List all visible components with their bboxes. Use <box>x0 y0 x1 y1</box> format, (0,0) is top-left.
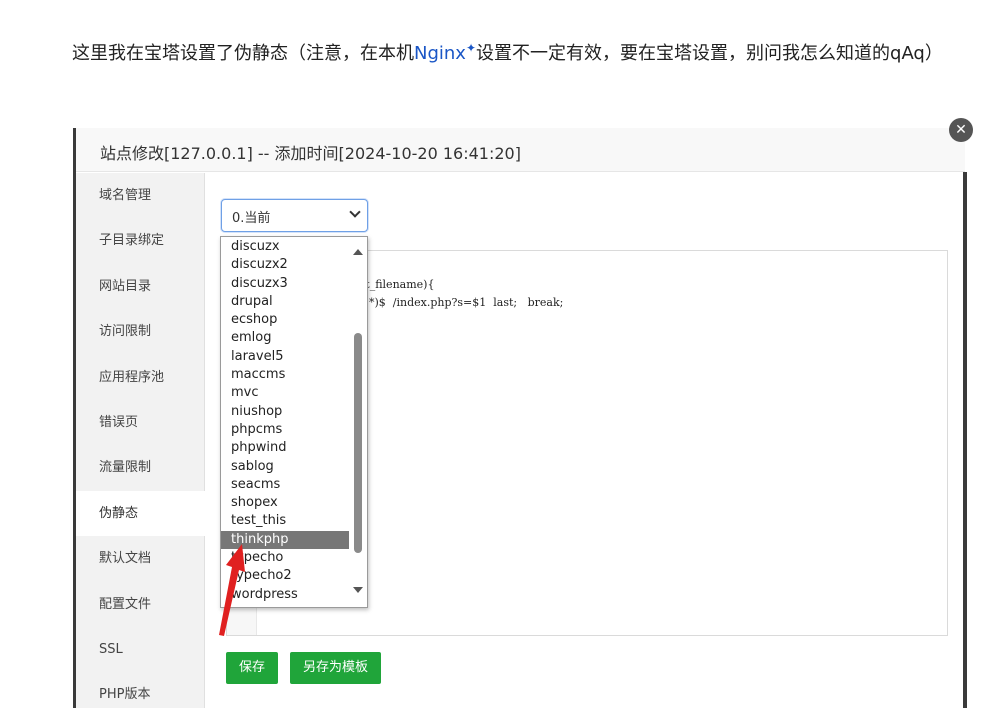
list-item[interactable]: discuzx3 <box>221 275 349 293</box>
list-item[interactable]: phpcms <box>221 421 349 439</box>
sidebar-item-traffic-limit[interactable]: 流量限制 <box>76 445 204 490</box>
intro-text-a: 这里我在宝塔设置了伪静态（注意，在本机 <box>72 43 414 64</box>
sidebar-item-app-pool[interactable]: 应用程序池 <box>76 355 204 400</box>
nginx-link[interactable]: Nginx <box>414 43 466 64</box>
list-item[interactable]: seacms <box>221 476 349 494</box>
sidebar-item-default-doc[interactable]: 默认文档 <box>76 536 204 581</box>
sidebar-item-rewrite[interactable]: 伪静态 <box>76 490 205 537</box>
sidebar-item-site-dir[interactable]: 网站目录 <box>76 264 204 309</box>
list-item[interactable]: emlog <box>221 329 349 347</box>
code-line-2: ^(.*)$ /index.php?s=$1 last; break; <box>352 296 564 309</box>
dialog-title: 站点修改[127.0.0.1] -- 添加时间[2024-10-20 16:41… <box>100 144 521 163</box>
close-icon[interactable]: ✕ <box>949 118 973 142</box>
list-item[interactable]: mvc <box>221 384 349 402</box>
sidebar-item-config-file[interactable]: 配置文件 <box>76 582 204 627</box>
save-button[interactable]: 保存 <box>226 652 279 684</box>
annotation-arrow-icon <box>219 544 245 636</box>
sidebar-item-subdir[interactable]: 子目录绑定 <box>76 218 204 263</box>
list-item[interactable]: laravel5 <box>221 348 349 366</box>
save-as-template-button[interactable]: 另存为模板 <box>290 652 382 684</box>
intro-text-b: 设置不一定有效，要在宝塔设置，别问我怎么知道的qAq） <box>476 43 943 64</box>
list-item[interactable]: niushop <box>221 403 349 421</box>
link-sparkle-icon: ✦ <box>465 41 477 55</box>
list-item[interactable]: maccms <box>221 366 349 384</box>
rewrite-template-select[interactable]: 0.当前 <box>221 199 368 232</box>
chevron-down-icon <box>349 206 361 218</box>
list-item[interactable]: discuzx <box>221 238 349 256</box>
list-item[interactable]: test_this <box>221 512 349 530</box>
list-item[interactable]: ecshop <box>221 311 349 329</box>
list-item[interactable]: discuzx2 <box>221 256 349 274</box>
list-item[interactable]: sablog <box>221 458 349 476</box>
list-item[interactable]: phpwind <box>221 439 349 457</box>
sidebar-item-ssl[interactable]: SSL <box>76 627 204 672</box>
list-item[interactable]: shopex <box>221 494 349 512</box>
list-item[interactable]: drupal <box>221 293 349 311</box>
settings-sidebar: 域名管理 子目录绑定 网站目录 访问限制 应用程序池 错误页 流量限制 伪静态 … <box>76 173 205 708</box>
dialog-header: 站点修改[127.0.0.1] -- 添加时间[2024-10-20 16:41… <box>76 128 965 172</box>
scroll-down-arrow-icon[interactable] <box>353 587 363 593</box>
scroll-thumb[interactable] <box>354 333 362 553</box>
dropdown-scrollbar[interactable] <box>349 237 367 607</box>
sidebar-item-error-page[interactable]: 错误页 <box>76 400 204 445</box>
sidebar-item-domain[interactable]: 域名管理 <box>76 173 204 218</box>
sidebar-item-php-version[interactable]: PHP版本 <box>76 672 204 708</box>
sidebar-item-access-limit[interactable]: 访问限制 <box>76 309 204 354</box>
intro-paragraph: 这里我在宝塔设置了伪静态（注意，在本机Nginx✦设置不一定有效，要在宝塔设置，… <box>72 38 972 69</box>
site-edit-dialog: 站点修改[127.0.0.1] -- 添加时间[2024-10-20 16:41… <box>73 118 973 708</box>
scroll-up-arrow-icon[interactable] <box>353 249 363 255</box>
select-value: 0.当前 <box>232 211 271 226</box>
